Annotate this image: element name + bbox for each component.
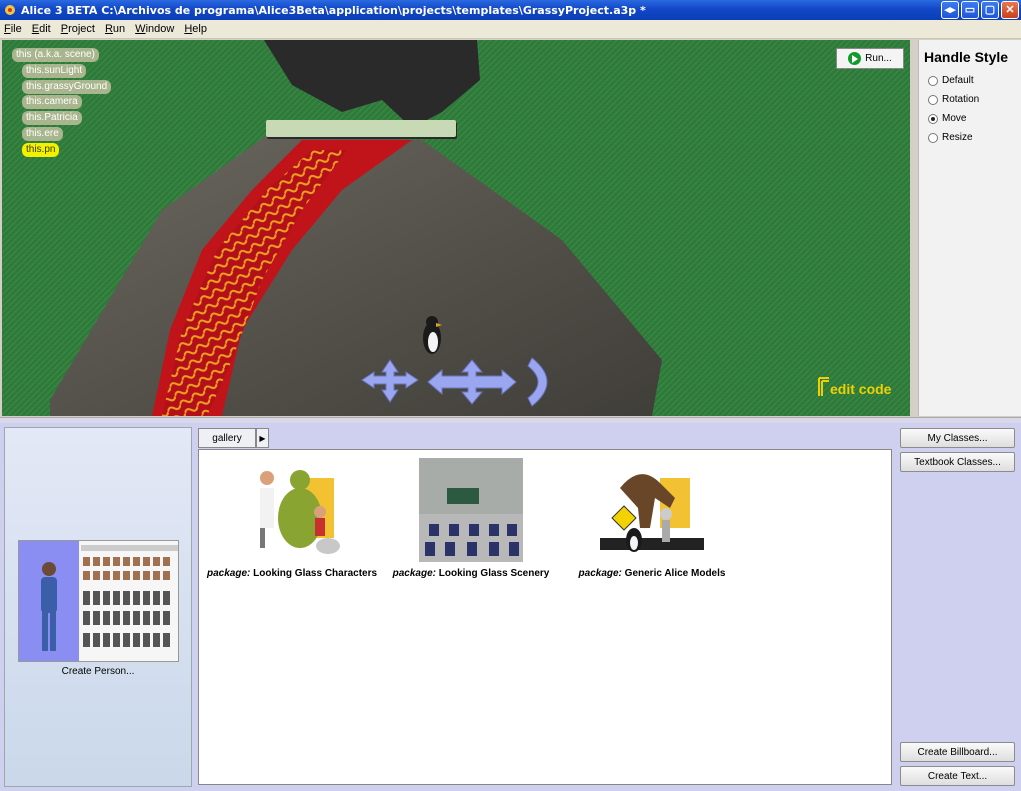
tree-item-patricia[interactable]: this.Patricia	[22, 111, 82, 126]
tree-item-grassy-ground[interactable]: this.grassyGround	[22, 79, 112, 94]
package-name: Looking Glass Characters	[253, 568, 378, 579]
tree-item-sunlight[interactable]: this.sunLight	[22, 63, 87, 78]
handle-option-resize[interactable]: Resize	[919, 128, 1021, 147]
radio-checked-icon[interactable]	[928, 113, 938, 124]
close-button[interactable]: ✕	[1001, 1, 1019, 19]
tree-item-ere[interactable]: this.ere	[22, 126, 63, 141]
scenery-package-icon	[419, 458, 523, 562]
menu-file[interactable]: File	[4, 23, 22, 35]
alice-app-icon	[3, 3, 17, 17]
tree-item-camera[interactable]: this.camera	[22, 95, 82, 110]
gallery-area: package: Looking Glass Characters packag…	[198, 449, 892, 785]
package-prefix: package:	[392, 568, 436, 579]
handle-option-rotation[interactable]: Rotation	[919, 90, 1021, 109]
radio-icon[interactable]	[928, 132, 938, 143]
radio-icon[interactable]	[928, 94, 938, 105]
object-name-label	[266, 120, 456, 137]
run-button[interactable]: Run...	[836, 48, 904, 69]
extra-window-button[interactable]: ◂▸	[941, 1, 959, 19]
scene-render	[2, 40, 910, 416]
create-person-thumbnail[interactable]	[18, 540, 179, 662]
scene-viewport[interactable]: this (a.k.a. scene) this.sunLight this.g…	[2, 40, 910, 416]
create-person-label[interactable]: Create Person...	[5, 666, 191, 677]
handle-option-label: Resize	[942, 132, 973, 143]
handle-style-title: Handle Style	[924, 49, 1009, 65]
gallery-arrow-icon[interactable]: ▶	[256, 428, 269, 448]
scene-object-tree: this (a.k.a. scene) this.sunLight this.g…	[12, 48, 112, 159]
minimize-button[interactable]: ▭	[961, 1, 979, 19]
package-generic-alice-models[interactable]: package: Generic Alice Models	[573, 458, 731, 579]
create-person-panel: Create Person...	[4, 427, 192, 787]
edit-code-icon	[818, 377, 829, 396]
tree-item-pn[interactable]: this.pn	[22, 142, 60, 157]
handle-option-label: Default	[942, 75, 974, 86]
menu-window[interactable]: Window	[135, 23, 174, 35]
textbook-classes-button[interactable]: Textbook Classes...	[900, 452, 1015, 472]
handle-option-label: Rotation	[942, 94, 980, 105]
window-title: Alice 3 BETA C:\Archivos de programa\Ali…	[21, 3, 646, 17]
handle-option-move[interactable]: Move	[919, 109, 1021, 128]
package-prefix: package:	[207, 568, 251, 579]
maximize-button[interactable]: ▢	[981, 1, 999, 19]
gallery-breadcrumb-button[interactable]: gallery	[198, 428, 256, 448]
edit-code-label: edit code	[830, 381, 892, 397]
package-looking-glass-scenery[interactable]: package: Looking Glass Scenery	[389, 458, 553, 579]
create-text-button[interactable]: Create Text...	[900, 766, 1015, 786]
handle-option-default[interactable]: Default	[919, 71, 1021, 90]
package-name: Looking Glass Scenery	[438, 568, 550, 579]
menu-edit[interactable]: Edit	[32, 23, 51, 35]
create-billboard-button[interactable]: Create Billboard...	[900, 742, 1015, 762]
generic-models-package-icon	[600, 474, 704, 552]
bottom-panel: Create Person... gallery ▶ package: Look…	[0, 423, 1021, 791]
handle-style-panel: Handle Style Default Rotation Move Resiz…	[918, 40, 1021, 416]
title-bar: Alice 3 BETA C:\Archivos de programa\Ali…	[0, 0, 1021, 20]
package-prefix: package:	[578, 568, 622, 579]
menu-bar: File Edit Project Run Window Help	[0, 20, 1021, 39]
menu-run[interactable]: Run	[105, 23, 125, 35]
edit-code-button[interactable]: edit code	[818, 377, 891, 397]
my-classes-button[interactable]: My Classes...	[900, 428, 1015, 448]
menu-project[interactable]: Project	[61, 23, 95, 35]
handle-option-label: Move	[942, 113, 967, 124]
run-button-label: Run...	[865, 53, 892, 64]
tree-item-scene[interactable]: this (a.k.a. scene)	[12, 48, 99, 62]
play-icon	[848, 52, 862, 65]
menu-help[interactable]: Help	[184, 23, 207, 35]
package-looking-glass-characters[interactable]: package: Looking Glass Characters	[207, 458, 377, 579]
radio-icon[interactable]	[928, 75, 938, 86]
package-name: Generic Alice Models	[624, 568, 726, 579]
person-builder-preview-icon	[19, 541, 178, 661]
characters-package-icon	[260, 470, 340, 554]
